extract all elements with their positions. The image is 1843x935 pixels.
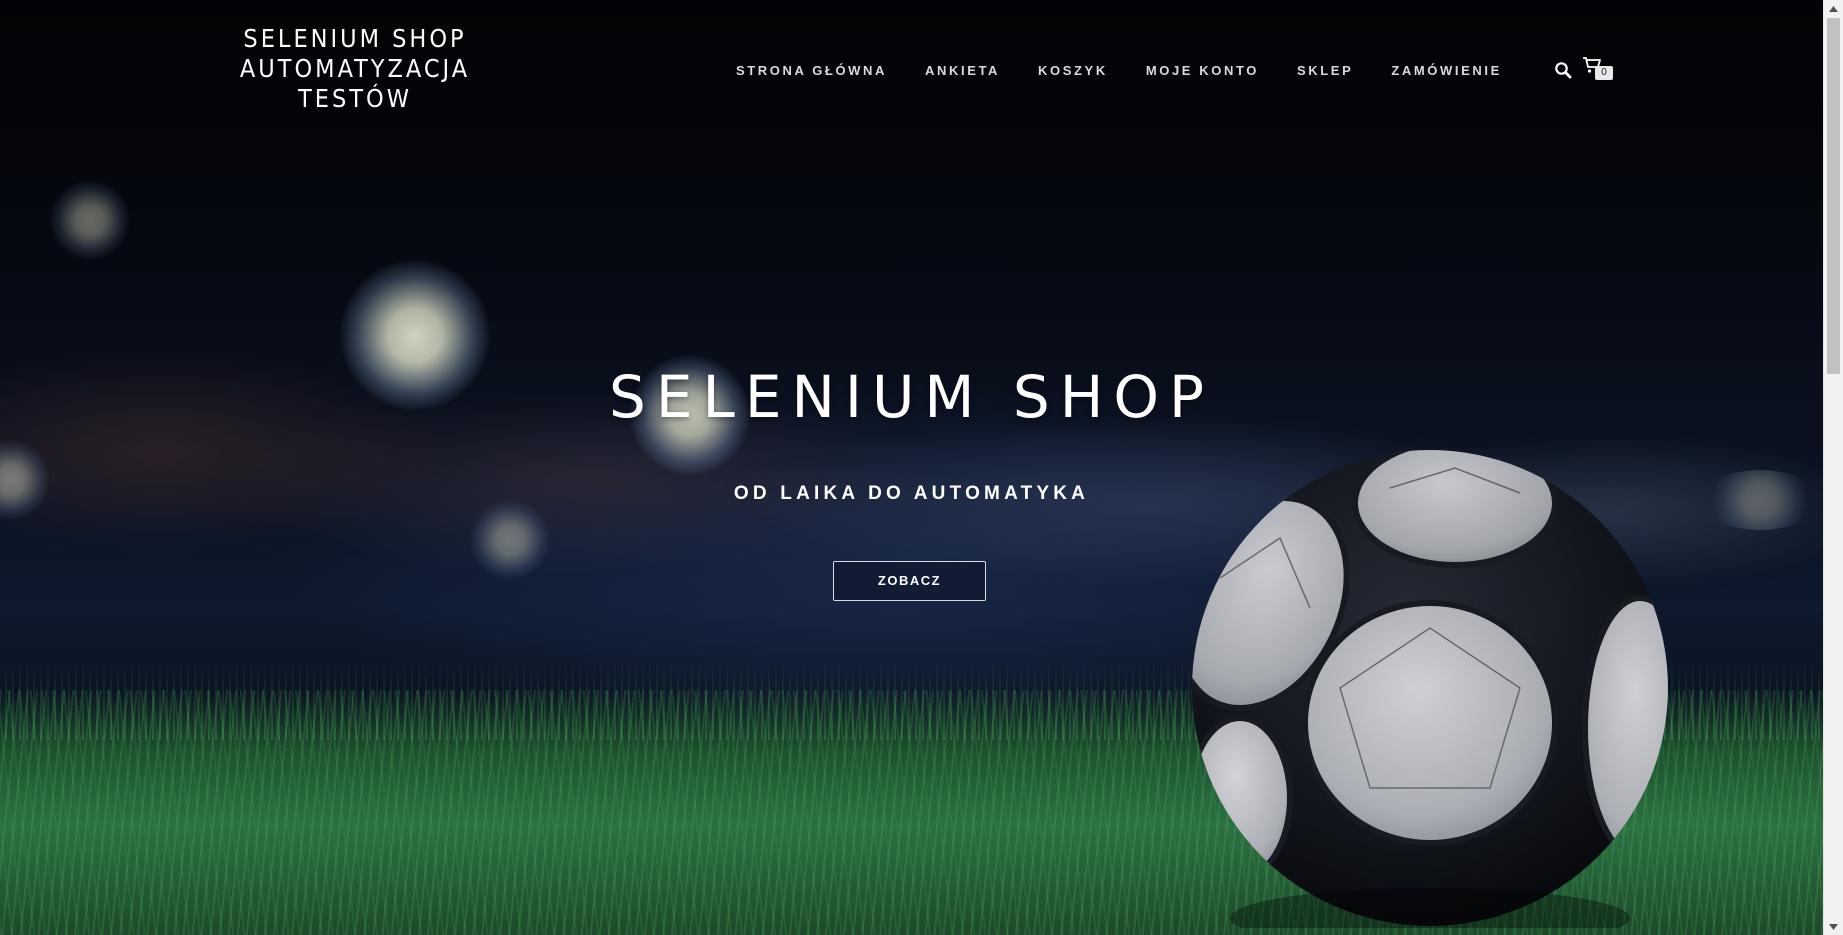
site-title-link[interactable]: SELENIUM SHOP AUTOMATYZACJA TESTÓW — [215, 24, 495, 114]
nav-item-survey[interactable]: ANKIETA — [925, 63, 1000, 78]
site-title-line: SELENIUM SHOP — [243, 24, 467, 53]
site-title-line: TESTÓW — [298, 84, 412, 113]
background-dim-overlay — [0, 0, 1823, 935]
site-header: SELENIUM SHOP AUTOMATYZACJA TESTÓW STRON… — [0, 0, 1823, 130]
hero-subtitle: OD LAIKA DO AUTOMATYKA — [733, 483, 1090, 504]
site-title-line: AUTOMATYZACJA — [239, 54, 471, 83]
search-button[interactable] — [1552, 59, 1574, 81]
scroll-down-arrow-icon[interactable] — [1824, 918, 1843, 935]
hero-title: SELENIUM SHOP — [609, 363, 1214, 431]
scrollbar-thumb[interactable] — [1827, 18, 1840, 374]
nav-item-cart[interactable]: KOSZYK — [1038, 63, 1108, 78]
search-icon — [1555, 62, 1572, 79]
main-navigation: STRONA GŁÓWNA ANKIETA KOSZYK MOJE KONTO … — [736, 59, 1502, 81]
cart-button[interactable]: 0 — [1582, 56, 1613, 84]
page-viewport: SELENIUM SHOP AUTOMATYZACJA TESTÓW STRON… — [0, 0, 1823, 935]
cart-count-badge: 0 — [1595, 66, 1613, 80]
nav-item-shop[interactable]: SKLEP — [1297, 63, 1353, 78]
see-more-button[interactable]: ZOBACZ — [833, 561, 986, 601]
nav-item-checkout[interactable]: ZAMÓWIENIE — [1391, 63, 1502, 78]
nav-item-my-account[interactable]: MOJE KONTO — [1146, 63, 1259, 78]
scroll-up-arrow-icon[interactable] — [1824, 0, 1843, 17]
vertical-scrollbar[interactable] — [1823, 0, 1843, 935]
nav-item-home[interactable]: STRONA GŁÓWNA — [736, 63, 887, 78]
header-icons: 0 — [1552, 56, 1613, 84]
hero-background-image — [0, 0, 1823, 935]
